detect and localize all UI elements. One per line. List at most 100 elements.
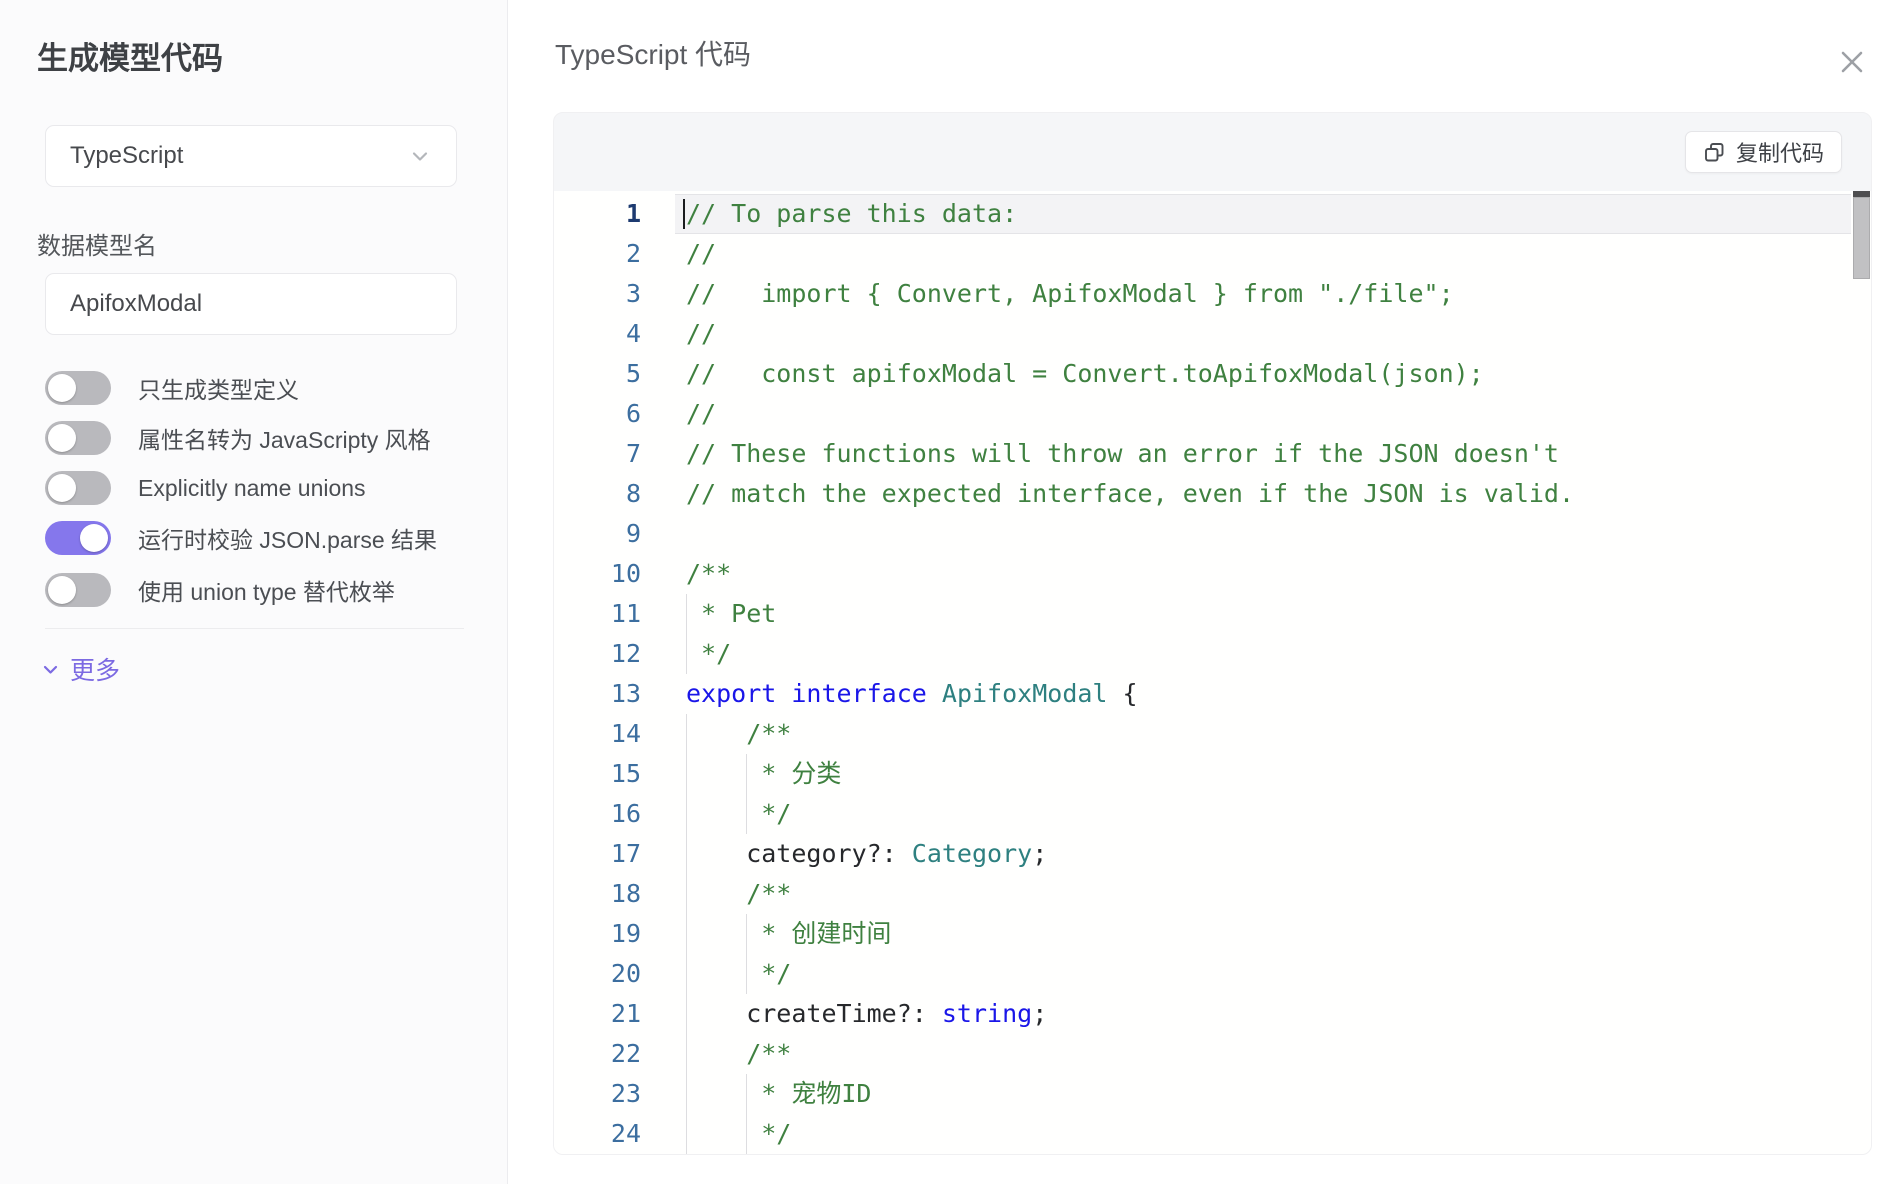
code-line-content: // [675,234,1851,274]
vertical-scrollbar[interactable] [1853,191,1870,1154]
code-line-content: * Pet [675,594,1851,634]
line-number: 1 [554,194,641,234]
code-line: 16 */ [554,794,1871,834]
indent-guide [746,1074,747,1114]
line-number: 16 [554,794,641,834]
code-line: 18 /** [554,874,1871,914]
toggle-switch[interactable] [45,573,111,607]
close-button[interactable] [1832,42,1872,82]
line-number: 6 [554,394,641,434]
code-line-content: // [675,394,1851,434]
line-number: 15 [554,754,641,794]
line-number: 8 [554,474,641,514]
code-line-content: /** [675,714,1851,754]
line-number: 7 [554,434,641,474]
indent-guide [686,634,687,674]
code-line: 19 * 创建时间 [554,914,1871,954]
indent-guide [746,754,747,794]
copy-code-button[interactable]: 复制代码 [1685,131,1842,173]
indent-guide [686,794,687,834]
scrollbar-thumb[interactable] [1853,197,1870,279]
code-line-content: createTime?: string; [675,994,1851,1034]
code-line: 5// const apifoxModal = Convert.toApifox… [554,354,1871,394]
line-number: 10 [554,554,641,594]
indent-guide [746,914,747,954]
indent-guide [686,594,687,634]
model-name-input[interactable] [45,273,457,335]
code-line: 7 // These functions will throw an error … [554,434,1871,474]
line-number: 11 [554,594,641,634]
toggle-row: 属性名转为 JavaScripty 风格 [45,421,431,455]
line-number: 22 [554,1034,641,1074]
code-line-content [675,514,1851,554]
toggle-switch[interactable] [45,471,111,505]
language-select-value: TypeScript [70,142,408,170]
code-line-content: */ [675,954,1851,994]
toggle-label: 属性名转为 JavaScripty 风格 [138,421,431,455]
chevron-down-icon [408,144,432,168]
text-cursor [683,199,685,229]
code-line: 4 // [554,314,1871,354]
close-icon [1837,47,1867,77]
code-line-content: * 分类 [675,754,1851,794]
code-line: 8 // match the expected interface, even i… [554,474,1871,514]
line-number: 14 [554,714,641,754]
code-line: 2 // [554,234,1871,274]
code-line: 10/** [554,554,1871,594]
copy-icon [1703,141,1726,164]
toggle-knob [48,576,76,604]
code-line: 11 * Pet [554,594,1871,634]
line-number: 24 [554,1114,641,1154]
code-lines: 1// To parse this data:2//3// import { C… [554,194,1871,1154]
line-number: 18 [554,874,641,914]
toggle-switch[interactable] [45,521,111,555]
code-editor[interactable]: 1// To parse this data:2//3// import { C… [554,191,1871,1154]
sidebar-divider [45,628,464,629]
toggle-label: 只生成类型定义 [138,371,299,405]
code-line: 13export interface ApifoxModal { [554,674,1871,714]
language-select[interactable]: TypeScript [45,125,457,187]
code-line-content: // These functions will throw an error i… [675,434,1851,474]
indent-guide [686,754,687,794]
options-sidebar: 生成模型代码 TypeScript 数据模型名 只生成类型定义属性名转为 Jav… [0,0,508,1184]
more-link-label: 更多 [70,651,120,687]
line-number: 5 [554,354,641,394]
code-line: 6 // [554,394,1871,434]
code-line: 9 [554,514,1871,554]
indent-guide [686,1074,687,1114]
code-line-content: /** [675,1034,1851,1074]
toggle-knob [48,374,76,402]
indent-guide [686,914,687,954]
indent-guide [686,994,687,1034]
line-number: 3 [554,274,641,314]
code-line-content: // [675,314,1851,354]
indent-guide [686,874,687,914]
copy-button-label: 复制代码 [1736,136,1824,168]
line-number: 19 [554,914,641,954]
toggle-switch[interactable] [45,421,111,455]
toggle-list: 只生成类型定义属性名转为 JavaScripty 风格 Explicitly na… [45,371,485,611]
indent-guide [686,714,687,754]
code-line-content: /** [675,874,1851,914]
indent-guide [746,794,747,834]
code-line: 12 */ [554,634,1871,674]
chevron-down-icon [41,660,60,679]
toggle-row: 运行时校验 JSON.parse 结果 [45,521,437,555]
toggle-switch[interactable] [45,371,111,405]
toggle-knob [80,524,108,552]
code-line-content: // match the expected interface, even if… [675,474,1851,514]
code-block-header: 复制代码 [554,113,1871,191]
code-line: 3// import { Convert, ApifoxModal } from… [554,274,1871,314]
more-link[interactable]: 更多 [41,651,120,687]
line-number: 2 [554,234,641,274]
line-number: 9 [554,514,641,554]
code-panel-title: TypeScript 代码 [555,33,751,73]
indent-guide [746,954,747,994]
line-number: 4 [554,314,641,354]
indent-guide [686,834,687,874]
code-line-content: // To parse this data: [675,194,1851,234]
code-line: 23 * 宠物ID [554,1074,1871,1114]
code-line-content: */ [675,1114,1851,1154]
code-line-content: */ [675,794,1851,834]
toggle-row: Explicitly name unions [45,471,366,505]
